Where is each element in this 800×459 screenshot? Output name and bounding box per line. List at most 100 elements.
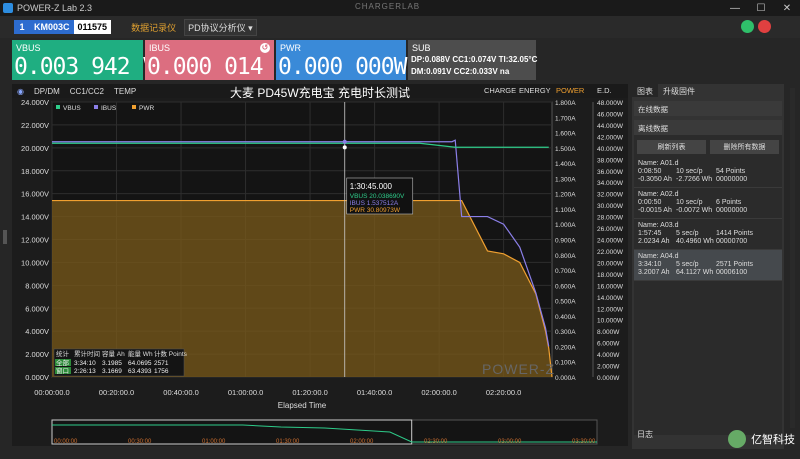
summary-cell: 3.1669 (102, 368, 122, 375)
tab-ed[interactable]: E.D. (597, 86, 612, 95)
summary-cell: 63.4393 (128, 368, 152, 375)
vbus-label: VBUS (16, 43, 41, 53)
summary-header: 能量 Wh (128, 349, 153, 358)
delete-all-button[interactable]: 删除所有数据 (710, 140, 779, 154)
record-field: 2.0234 Ah (638, 238, 670, 245)
record-field: Name: A04.d (638, 253, 679, 260)
brand-logo: CHARGERLAB (355, 2, 421, 11)
record-field: 0:00:50 (638, 199, 662, 206)
pwr-value: 0.000 000W (278, 54, 407, 80)
record-field: Name: A01.d (638, 160, 679, 167)
device-serial[interactable]: 011575 (73, 20, 112, 34)
record-field: -0.3050 Ah (638, 176, 672, 183)
meter-panel: VBUS 0.003 942 V IBUS ↺ 0.000 014 A PWR … (12, 40, 538, 80)
overview-tick: 02:00:00 (350, 439, 374, 445)
overview-tick: 00:00:00 (54, 439, 78, 445)
y-pwr-tick: 32.000W (597, 192, 624, 199)
cursor-time: 1:30:45.000 (350, 182, 393, 191)
tab-chart[interactable]: 图表 (632, 84, 658, 97)
x-tick: 01:20:00.0 (292, 388, 327, 397)
y-ibus-tick: 1.100A (555, 207, 576, 214)
y-pwr-tick: 2.000W (597, 364, 620, 371)
x-tick: 02:00:00.0 (421, 388, 456, 397)
ibus-value: 0.000 014 A (147, 54, 289, 80)
y-left-tick: 0.000V (25, 373, 49, 382)
reverse-current-icon[interactable]: ↺ (260, 43, 270, 53)
online-data-section[interactable]: 在线数据 (634, 101, 782, 116)
y-ibus-tick: 1.700A (555, 115, 576, 122)
record-field: 1:57:45 (638, 230, 662, 237)
y-pwr-tick: 20.000W (597, 260, 624, 267)
vbus-value: 0.003 942 V (14, 54, 156, 80)
close-button[interactable]: ✕ (774, 0, 800, 16)
watermark-text: 亿智科技 (751, 434, 796, 446)
y-pwr-tick: 6.000W (597, 341, 620, 348)
record-field: Name: A03.d (638, 222, 679, 229)
minimize-button[interactable]: — (722, 0, 748, 16)
tab-firmware[interactable]: 升级固件 (658, 84, 700, 97)
data-recorder-link[interactable]: 数据记录仪 (131, 21, 176, 34)
y-pwr-tick: 14.000W (597, 295, 624, 302)
settings-icon[interactable] (758, 20, 771, 33)
device-number[interactable]: 1 (14, 20, 30, 34)
summary-cell: 1756 (154, 368, 169, 375)
refresh-list-button[interactable]: 刷新列表 (637, 140, 706, 154)
x-axis-label: Elapsed Time (278, 401, 327, 410)
record-item[interactable]: Name: A04.d 3:34:10 5 sec/p 2571 Points 3.20… (634, 250, 782, 281)
tab-power[interactable]: POWER (556, 86, 584, 95)
record-item[interactable]: Name: A02.d 0:00:50 10 sec/p 6 Points -0.001… (634, 188, 782, 219)
toolbar: 1 KM003C 011575 数据记录仪 PD协议分析仪 ▾ (0, 16, 800, 38)
y-left-tick: 2.000V (25, 350, 49, 359)
left-edge-handle[interactable] (3, 230, 7, 244)
y-pwr-tick: 30.000W (597, 203, 624, 210)
record-field: 3:34:10 (638, 261, 662, 268)
protocol-dropdown[interactable]: PD协议分析仪 ▾ (184, 18, 257, 36)
x-tick: 02:20:00.0 (486, 388, 521, 397)
power-chart[interactable]: 0.000V 2.000V 4.000V 6.000V 8.000V 10.000V 12.… (12, 98, 628, 446)
device-name[interactable]: KM003C (30, 20, 74, 34)
summary-cell: 2571 (154, 360, 169, 367)
y-ibus-tick: 0.300A (555, 329, 576, 336)
y-ibus-tick: 0.500A (555, 299, 576, 306)
y-pwr-tick: 38.000W (597, 157, 624, 164)
record-field: -0.0015 Ah (638, 207, 672, 214)
y-pwr-tick: 36.000W (597, 169, 624, 176)
summary-header: 累计时间 (74, 349, 100, 358)
record-item[interactable]: Name: A03.d 1:57:45 5 sec/p 1414 Points 2.02… (634, 219, 782, 250)
x-tick: 01:40:00.0 (357, 388, 392, 397)
connect-icon[interactable] (741, 20, 754, 33)
y-left-tick: 8.000V (25, 281, 49, 290)
tab-charge[interactable]: CHARGE (484, 86, 516, 95)
log-tab[interactable]: 日志 (632, 429, 653, 440)
summary-header: 容量 Ah (102, 349, 125, 358)
overview-tick: 01:30:00 (276, 439, 300, 445)
watermark-logo-icon (728, 430, 746, 448)
chart-toolbar: 大麦 PD45W充电宝 充电时长测试 ◉ DP/DM CC1/CC2 TEMP … (12, 84, 628, 100)
record-item[interactable]: Name: A01.d 0:08:50 10 sec/p 54 Points -0.30… (634, 157, 782, 188)
legend-label: IBUS (101, 105, 117, 112)
y-pwr-tick: 48.000W (597, 100, 624, 107)
y-pwr-tick: 18.000W (597, 272, 624, 279)
cursor-point-vbus (342, 145, 347, 150)
maximize-button[interactable]: ☐ (748, 0, 774, 16)
summary-cell: 3.1985 (102, 360, 122, 367)
summary-header: 统计 (56, 349, 70, 358)
side-scrollbar[interactable] (790, 88, 795, 428)
y-left-tick: 18.000V (21, 167, 49, 176)
ibus-meter: IBUS ↺ 0.000 014 A (145, 40, 289, 80)
legend-swatch (132, 105, 136, 109)
offline-data-section[interactable]: 离线数据 (634, 120, 782, 135)
record-field: 5 sec/p (676, 230, 699, 237)
overview-tick: 01:00:00 (202, 439, 226, 445)
y-pwr-tick: 24.000W (597, 238, 624, 245)
y-left-tick: 22.000V (21, 121, 49, 130)
cursor-vbus: VBUS 20.038690V (350, 193, 405, 200)
chart-watermark: POWER-Z (482, 361, 555, 377)
y-ibus-tick: 1.200A (555, 192, 576, 199)
tab-energy[interactable]: ENERGY (519, 86, 551, 95)
offline-record-list: 刷新列表 删除所有数据 Name: A01.d 0:08:50 10 sec/p 54… (634, 135, 782, 435)
app-window: POWER-Z Lab 2.3 CHARGERLAB — ☐ ✕ 1 KM003… (0, 0, 800, 459)
pwr-label: PWR (280, 43, 301, 53)
y-left-tick: 10.000V (21, 258, 49, 267)
legend-label: VBUS (63, 105, 81, 112)
